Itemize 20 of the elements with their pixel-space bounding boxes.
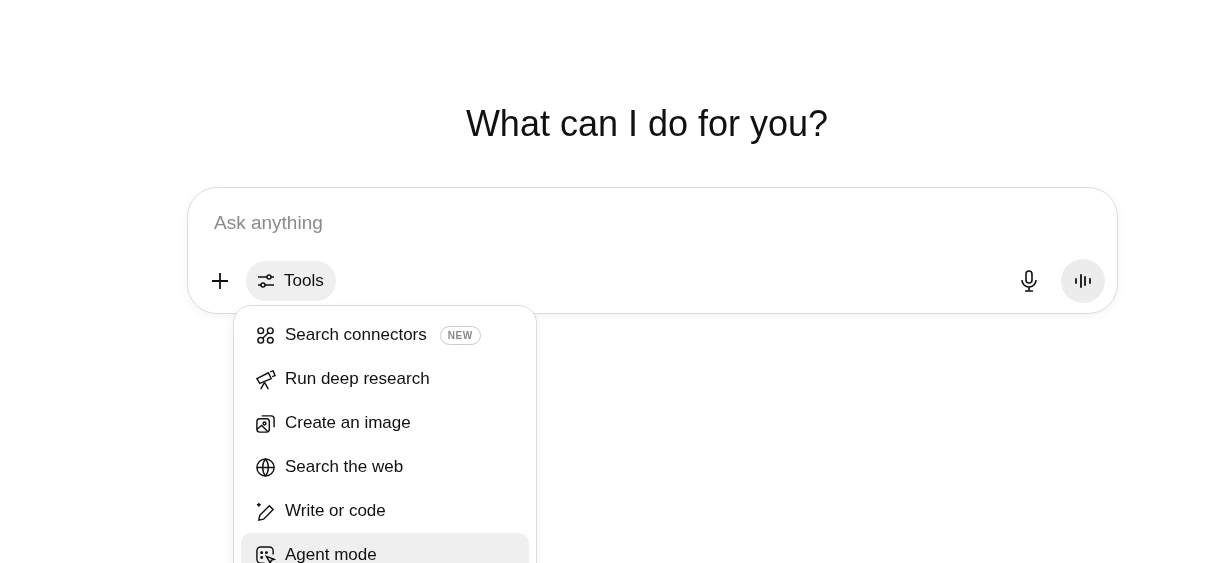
- menu-item[interactable]: Agent mode: [241, 533, 529, 563]
- voice-button[interactable]: [1061, 259, 1105, 303]
- agent-icon: [255, 544, 276, 563]
- plus-icon: [210, 271, 230, 291]
- image-icon: [255, 412, 276, 434]
- input-field[interactable]: Ask anything: [200, 208, 728, 238]
- page-heading: What can I do for you?: [464, 102, 830, 146]
- menu-item[interactable]: Run deep research: [241, 357, 529, 401]
- tools-button[interactable]: Tools: [246, 261, 336, 301]
- menu-item[interactable]: Create an image: [241, 401, 529, 445]
- telescope-icon: [255, 368, 276, 390]
- sliders-icon: [256, 271, 276, 291]
- menu-item[interactable]: Search the web: [241, 445, 529, 489]
- connectors-icon: [255, 324, 276, 346]
- waveform-icon: [1073, 273, 1093, 289]
- pencil-icon: [255, 500, 276, 522]
- menu-item[interactable]: Write or code: [241, 489, 529, 533]
- globe-icon: [255, 456, 276, 478]
- menu-item[interactable]: Search connectors NEW: [241, 313, 529, 357]
- microphone-icon: [1020, 270, 1038, 292]
